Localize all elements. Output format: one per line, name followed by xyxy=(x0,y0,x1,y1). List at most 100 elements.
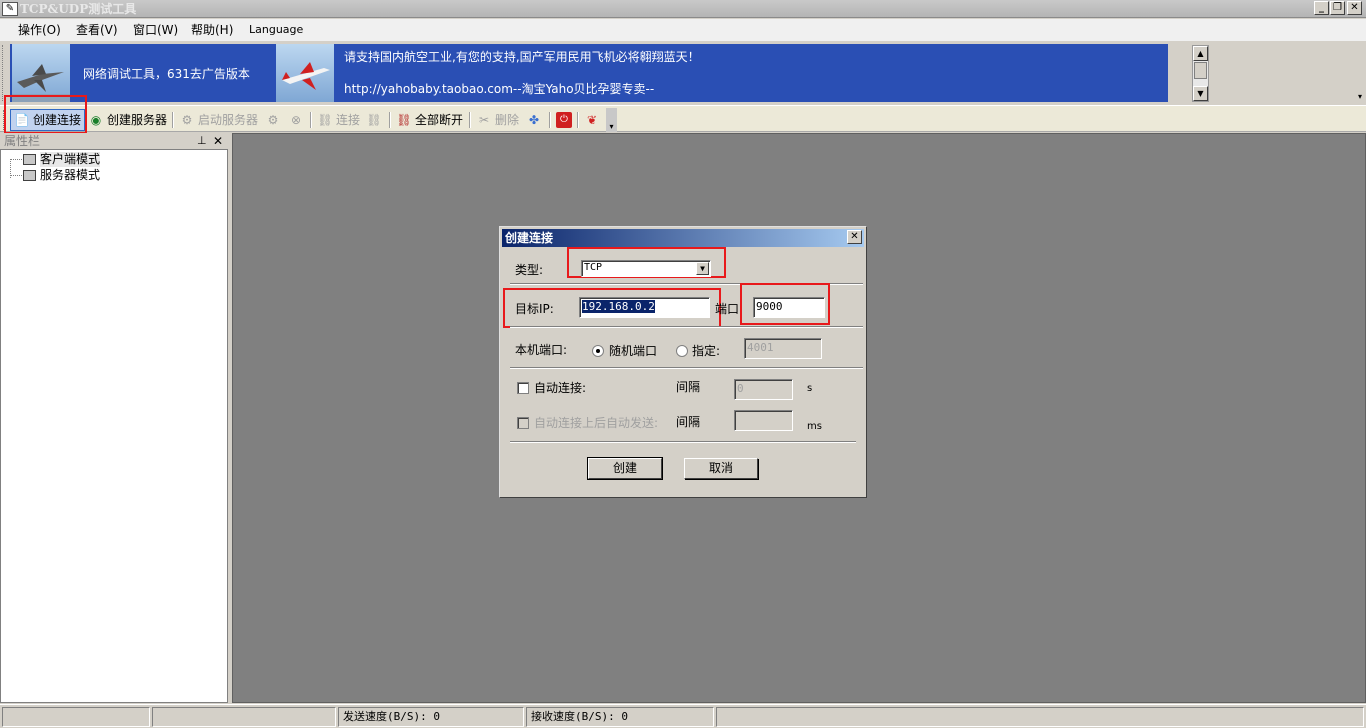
disconnect-all-button[interactable]: ⛓ 全部断开 xyxy=(396,110,463,130)
computer-icon xyxy=(23,170,36,181)
banner-grip xyxy=(2,45,6,101)
pin-icon[interactable]: ⊥ xyxy=(197,133,209,149)
network-icon: ✤ xyxy=(528,113,540,127)
ad-banner: 网络调试工具，631去广告版本 请支持国内航空工业,有您的支持,国产军用民用飞机… xyxy=(0,41,1366,105)
menu-window[interactable]: 窗口(W) xyxy=(133,22,178,38)
auto-connect-label: 自动连接: xyxy=(534,381,587,395)
app-icon: ✎ xyxy=(2,2,18,16)
fighter-jet-image xyxy=(12,44,70,102)
menu-bar: 操作(O) 查看(V) 窗口(W) 帮助(H) Language xyxy=(0,19,1366,41)
close-circle-icon: ⊗ xyxy=(290,113,302,127)
specify-port-input[interactable]: 4001 xyxy=(744,338,822,359)
minimize-button[interactable]: _ xyxy=(1314,1,1329,15)
random-port-radio[interactable] xyxy=(592,345,604,357)
banner-content[interactable]: 网络调试工具，631去广告版本 请支持国内航空工业,有您的支持,国产军用民用飞机… xyxy=(10,44,1168,102)
receive-speed: 接收速度(B/S): 0 xyxy=(526,707,714,727)
toolbar: 📄 创建连接 ◉ 创建服务器 ⚙ 启动服务器 ⚙ ⊗ ⛓ 连接 ⛓ ⛓ 全部断开 ✂ 删除 … xyxy=(0,95,1366,134)
create-button[interactable]: 创建 xyxy=(587,457,663,480)
toolbar-separator xyxy=(577,112,579,128)
toolbar-separator xyxy=(549,112,551,128)
connect-icon: ⛓ xyxy=(317,113,333,127)
computer-icon xyxy=(23,154,36,165)
delete-button[interactable]: ✂ 删除 xyxy=(476,110,519,130)
auto-send-interval-input[interactable] xyxy=(734,410,793,431)
disconnect-button[interactable]: ⛓ xyxy=(366,110,385,130)
cancel-button[interactable]: 取消 xyxy=(684,458,758,479)
auto-send-label: 自动连接上后自动发送: xyxy=(534,416,659,430)
target-ip-label: 目标IP: xyxy=(515,302,554,316)
create-server-button[interactable]: ◉ 创建服务器 xyxy=(88,110,167,130)
interval-label: 间隔 xyxy=(676,380,701,394)
restore-button[interactable]: ❐ xyxy=(1330,1,1345,15)
send-speed: 发送速度(B/S): 0 xyxy=(338,707,524,727)
server-start-icon: ⚙ xyxy=(181,113,193,127)
status-panel-2 xyxy=(152,707,336,727)
dialog-close-icon[interactable]: ✕ xyxy=(847,230,862,244)
dialog-title-bar: 创建连接 ✕ xyxy=(502,229,864,247)
toolbar-separator xyxy=(310,112,312,128)
close-server-button[interactable]: ⊗ xyxy=(288,110,307,130)
help-icon: ❦ xyxy=(586,113,598,127)
menu-language[interactable]: Language xyxy=(249,22,303,38)
specify-port-label: 指定: xyxy=(692,344,721,358)
status-bar: 发送速度(B/S): 0 接收速度(B/S): 0 xyxy=(0,704,1366,728)
scroll-down-icon[interactable]: ▼ xyxy=(1193,86,1208,101)
random-port-label: 随机端口 xyxy=(609,344,658,358)
scroll-thumb[interactable] xyxy=(1194,62,1207,79)
tree-line xyxy=(10,159,22,160)
unit-milliseconds: ms xyxy=(807,421,822,432)
banner-left-text: 网络调试工具，631去广告版本 xyxy=(83,67,250,81)
power-icon: ⏻ xyxy=(556,112,572,128)
divider xyxy=(510,326,863,328)
dialog-title: 创建连接 xyxy=(505,231,554,245)
unit-seconds: s xyxy=(807,383,813,394)
panel-close-icon[interactable]: ✕ xyxy=(213,133,225,149)
disconnect-all-icon: ⛓ xyxy=(396,113,412,127)
create-connection-dialog: 创建连接 ✕ 类型: TCP ▼ 目标IP: 192.168.0.2 端口 90… xyxy=(499,226,867,498)
tree-item-client-mode[interactable]: 客户端模式 xyxy=(23,152,101,167)
auto-send-checkbox[interactable] xyxy=(517,417,529,429)
banner-scrollbar[interactable]: ▲ ▼ xyxy=(1192,45,1209,102)
auto-connect-interval-input[interactable]: 0 xyxy=(734,379,793,400)
status-panel-5 xyxy=(716,707,1364,727)
tree-line xyxy=(10,175,22,176)
server-stop-icon: ⚙ xyxy=(267,113,279,127)
toolbar-separator xyxy=(172,112,174,128)
local-port-label: 本机端口: xyxy=(515,343,568,357)
type-label: 类型: xyxy=(515,263,544,277)
menu-operate[interactable]: 操作(O) xyxy=(18,22,61,38)
auto-connect-checkbox[interactable] xyxy=(517,382,529,394)
power-button[interactable]: ⏻ xyxy=(556,110,575,130)
settings-button[interactable]: ✤ xyxy=(526,110,545,130)
create-connection-button[interactable]: 📄 创建连接 xyxy=(10,109,86,131)
banner-toggle-icon[interactable]: ▾ xyxy=(1355,91,1365,103)
interval-label-2: 间隔 xyxy=(676,415,701,429)
start-server-button[interactable]: ⚙ 启动服务器 xyxy=(179,110,258,130)
delete-icon: ✂ xyxy=(478,113,490,127)
toolbar-separator xyxy=(389,112,391,128)
specify-port-radio[interactable] xyxy=(676,345,688,357)
type-select[interactable]: TCP ▼ xyxy=(581,260,711,277)
divider xyxy=(510,441,856,443)
dropdown-arrow-icon[interactable]: ▼ xyxy=(696,262,709,275)
port-input[interactable]: 9000 xyxy=(753,297,825,318)
banner-line-2: http://yahobaby.taobao.com--淘宝Yaho贝比孕婴专卖… xyxy=(344,82,655,96)
tree-item-server-mode[interactable]: 服务器模式 xyxy=(23,168,100,183)
about-button[interactable]: ❦ xyxy=(584,110,603,130)
toolbar-overflow-icon[interactable]: ▾ xyxy=(606,108,617,132)
stop-server-button[interactable]: ⚙ xyxy=(265,110,284,130)
airliner-image xyxy=(276,44,334,102)
menu-view[interactable]: 查看(V) xyxy=(76,22,118,38)
connect-button[interactable]: ⛓ 连接 xyxy=(317,110,360,130)
globe-icon: ◉ xyxy=(90,113,102,127)
banner-line-1: 请支持国内航空工业,有您的支持,国产军用民用飞机必将翱翔蓝天！ xyxy=(344,50,700,64)
divider xyxy=(510,367,863,369)
menu-help[interactable]: 帮助(H) xyxy=(191,22,233,38)
property-panel: 客户端模式 服务器模式 xyxy=(0,149,228,703)
close-button[interactable]: ✕ xyxy=(1347,1,1362,15)
app-title: TCP&UDP测试工具 xyxy=(20,2,137,16)
scroll-up-icon[interactable]: ▲ xyxy=(1193,46,1208,61)
port-label: 端口 xyxy=(715,302,740,316)
property-panel-header: 属性栏 ⊥ ✕ xyxy=(0,133,228,149)
target-ip-input[interactable]: 192.168.0.2 xyxy=(579,297,710,318)
